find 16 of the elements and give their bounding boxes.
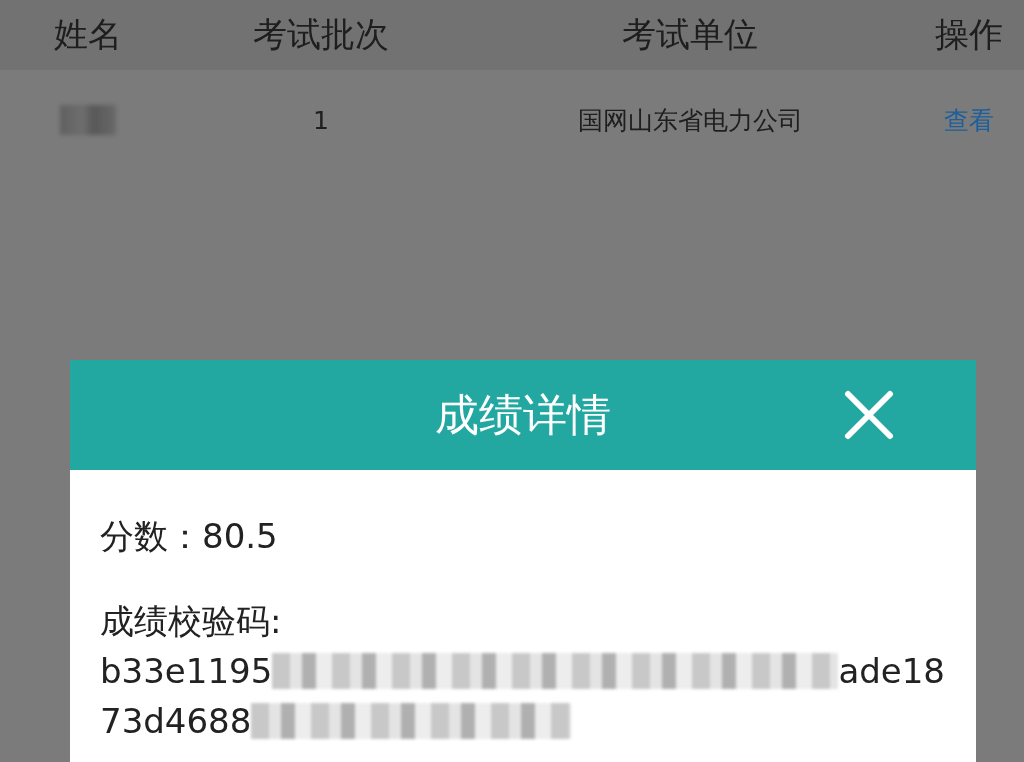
pixelated-name [60, 105, 116, 135]
table-cell-text: 国网山东省电力公司 [577, 104, 803, 137]
score-text: 分数：80.5 [100, 515, 279, 558]
code-label: 成绩校验码: [100, 600, 283, 643]
column-header: 考试批次 [252, 13, 390, 56]
column-header: 操作 [934, 13, 1004, 56]
column-header: 考试单位 [621, 13, 759, 56]
view-link[interactable]: 查看 [944, 103, 994, 137]
close-icon [842, 388, 896, 442]
verification-code: ade18 [838, 651, 945, 691]
dialog-title: 成绩详情 [435, 387, 611, 442]
close-button[interactable] [842, 388, 896, 442]
column-header: 姓名 [53, 13, 123, 56]
verification-code: b33e1195 [100, 651, 273, 691]
verification-code: 73d4688 [100, 701, 252, 741]
table-cell: 1 [313, 105, 329, 135]
